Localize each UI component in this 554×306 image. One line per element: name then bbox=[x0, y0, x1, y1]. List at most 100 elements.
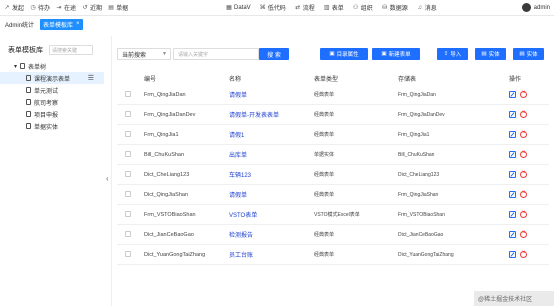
new-form-button[interactable]: ▣ 新建表单 bbox=[372, 48, 420, 60]
form-name-link[interactable]: VSTO表单 bbox=[226, 210, 311, 219]
directory-properties-button[interactable]: ▣ 目录属性 bbox=[320, 48, 368, 60]
nav-todo[interactable]: ◷ 待办 bbox=[30, 3, 50, 13]
tree-root[interactable]: ▾ 表单树 bbox=[0, 60, 104, 72]
delete-icon[interactable] bbox=[520, 250, 527, 258]
delete-icon[interactable] bbox=[520, 130, 527, 138]
edit-icon[interactable] bbox=[509, 231, 516, 238]
tree-panel-title: 表单模板库 bbox=[8, 47, 43, 54]
edit-icon[interactable] bbox=[509, 191, 516, 198]
edit-icon[interactable] bbox=[509, 131, 516, 138]
delete-icon[interactable] bbox=[520, 210, 527, 218]
tree-item-airline-inspection[interactable]: 航司考察 bbox=[0, 96, 104, 108]
caret-down-icon[interactable]: ▾ bbox=[14, 63, 17, 70]
entity-button-2[interactable]: ▤ 实体 bbox=[513, 48, 544, 60]
nav-form[interactable]: ▥ 表单 bbox=[324, 3, 344, 13]
table-header: 编号 名称 表单类型 存储表 操作 bbox=[117, 72, 549, 85]
document-icon: ▤ bbox=[108, 4, 114, 11]
nav-org[interactable]: ⚇ 组织 bbox=[353, 3, 373, 13]
form-name-link[interactable]: 检测报告 bbox=[226, 230, 311, 239]
delete-icon[interactable] bbox=[520, 190, 527, 198]
edit-icon[interactable] bbox=[509, 251, 516, 258]
form-name-link[interactable]: 出库单 bbox=[226, 150, 311, 159]
history-icon: ↺ bbox=[82, 4, 88, 11]
table-row: Dict_YuanGongTaiZhang 员工台账 经典表单 Dict_YuanGo… bbox=[117, 245, 549, 265]
document-icon bbox=[26, 111, 31, 117]
row-checkbox[interactable] bbox=[125, 170, 131, 177]
edit-icon[interactable] bbox=[509, 211, 516, 218]
user-menu[interactable]: admin bbox=[521, 3, 550, 12]
entity-button[interactable]: ▤ 实体 bbox=[475, 48, 506, 60]
form-name-link[interactable]: 员工台账 bbox=[226, 250, 311, 259]
forms-table: 编号 名称 表单类型 存储表 操作 Frm_QingJiaDan 请假单 经典表单 F… bbox=[117, 72, 549, 265]
search-button[interactable]: 搜 索 bbox=[259, 48, 289, 60]
nav-in-transit[interactable]: ⇥ 在途 bbox=[56, 3, 77, 13]
form-name-link[interactable]: 请假单 bbox=[226, 90, 311, 99]
nav-recent[interactable]: ↺ 近期 bbox=[82, 3, 103, 13]
row-checkbox[interactable] bbox=[125, 210, 131, 217]
nav-lowcode[interactable]: ⌘ 低代码 bbox=[259, 3, 286, 13]
tree-item-bill-entity[interactable]: 单据实体 bbox=[0, 120, 104, 132]
table-body: Frm_QingJiaDan请假单经典表单Frm_QingJiaDan Frm_… bbox=[117, 85, 549, 265]
row-checkbox[interactable] bbox=[125, 110, 131, 117]
panel-divider bbox=[111, 36, 112, 306]
tree-item-unit-test[interactable]: 单元测试 bbox=[0, 84, 104, 96]
form-name-link[interactable]: 车辆123 bbox=[226, 170, 311, 179]
nav-datav[interactable]: ▦ DataV bbox=[226, 5, 251, 11]
import-button[interactable]: ⇪ 导入 bbox=[437, 48, 468, 60]
row-checkbox[interactable] bbox=[125, 230, 131, 237]
tree-item-project-application[interactable]: 项目申报 bbox=[0, 108, 104, 120]
org-icon: ⚇ bbox=[353, 4, 359, 11]
nav-send[interactable]: ↗ 发起 bbox=[4, 3, 24, 13]
delete-icon[interactable] bbox=[520, 150, 527, 158]
tab-form-library[interactable]: 表单模板库 × bbox=[40, 18, 83, 30]
close-icon[interactable]: × bbox=[76, 21, 80, 27]
delete-icon[interactable] bbox=[520, 230, 527, 238]
file-icon: ▤ bbox=[481, 51, 487, 57]
document-icon bbox=[26, 87, 31, 93]
nav-messages[interactable]: ♫ 消息 bbox=[417, 3, 437, 13]
delete-icon[interactable] bbox=[520, 110, 527, 118]
row-checkbox[interactable] bbox=[125, 250, 131, 257]
table-row: Frm_QingJia1 请假1 经典表单 Frm_QingJia1 bbox=[117, 125, 549, 145]
database-icon: ⛁ bbox=[382, 4, 388, 11]
keyword-input[interactable]: 请输入关键字 bbox=[173, 48, 259, 60]
tab-admin-stats[interactable]: Admin统计 bbox=[2, 19, 37, 30]
username: admin bbox=[533, 4, 550, 11]
chart-icon: ▦ bbox=[226, 4, 232, 11]
form-name-link[interactable]: 请假单 bbox=[226, 190, 311, 199]
nav-datasource[interactable]: ⛁ 数据源 bbox=[382, 3, 408, 13]
row-checkbox[interactable] bbox=[125, 150, 131, 157]
collapse-panel-icon[interactable]: ‹ bbox=[106, 174, 109, 183]
tree-panel-header: 表单模板库 请搜索关键 bbox=[0, 44, 104, 56]
menu-icon[interactable]: ☰ bbox=[88, 74, 94, 82]
form-name-link[interactable]: 请假1 bbox=[226, 130, 311, 139]
delete-icon[interactable] bbox=[520, 170, 527, 178]
toolbar: 当前搜索 ▼ 请输入关键字 搜 索 ▣ 目录属性 ▣ 新建表单 ⇪ 导入 ▤ 实体 ▤ 实体 bbox=[117, 47, 554, 61]
edit-icon[interactable] bbox=[509, 111, 516, 118]
search-field-select[interactable]: 当前搜索 ▼ bbox=[117, 48, 171, 60]
flow-icon: ⇄ bbox=[295, 4, 301, 11]
chevron-down-icon: ▼ bbox=[162, 51, 167, 57]
document-icon bbox=[26, 75, 31, 81]
row-checkbox[interactable] bbox=[125, 130, 131, 137]
table-row: Dict_QingJiaShan 请假单 经典表单 Frm_QingJiaShan bbox=[117, 185, 549, 205]
col-header-actions: 操作 bbox=[509, 77, 522, 83]
tree-search-input[interactable]: 请搜索关键 bbox=[49, 45, 93, 55]
form-name-link[interactable]: 请假单-开发表表单 bbox=[226, 110, 311, 119]
edit-icon[interactable] bbox=[509, 151, 516, 158]
tree-item-course-demo[interactable]: 课程演示表单 ☰ bbox=[0, 72, 104, 84]
code-icon: ⌘ bbox=[259, 4, 266, 11]
row-checkbox[interactable] bbox=[125, 190, 131, 197]
nav-documents[interactable]: ▤ 单据 bbox=[108, 3, 128, 13]
edit-icon[interactable] bbox=[509, 171, 516, 178]
avatar bbox=[521, 3, 531, 12]
clock-icon: ◷ bbox=[30, 4, 36, 11]
delete-icon[interactable] bbox=[520, 90, 527, 98]
row-checkbox[interactable] bbox=[125, 90, 131, 97]
folder-icon: ▣ bbox=[329, 51, 335, 57]
form-tree-panel: 表单模板库 请搜索关键 ▾ 表单树 课程演示表单 ☰ 单元测试 航司考察 项目申… bbox=[0, 44, 104, 306]
edit-icon[interactable] bbox=[509, 91, 516, 98]
nav-flow[interactable]: ⇄ 流程 bbox=[295, 3, 315, 13]
col-header-storage: 存储表 bbox=[398, 77, 417, 83]
table-row: Dict_JianCeBaoGao 检测报告 经典表单 Dict_JianCeBaoG… bbox=[117, 225, 549, 245]
